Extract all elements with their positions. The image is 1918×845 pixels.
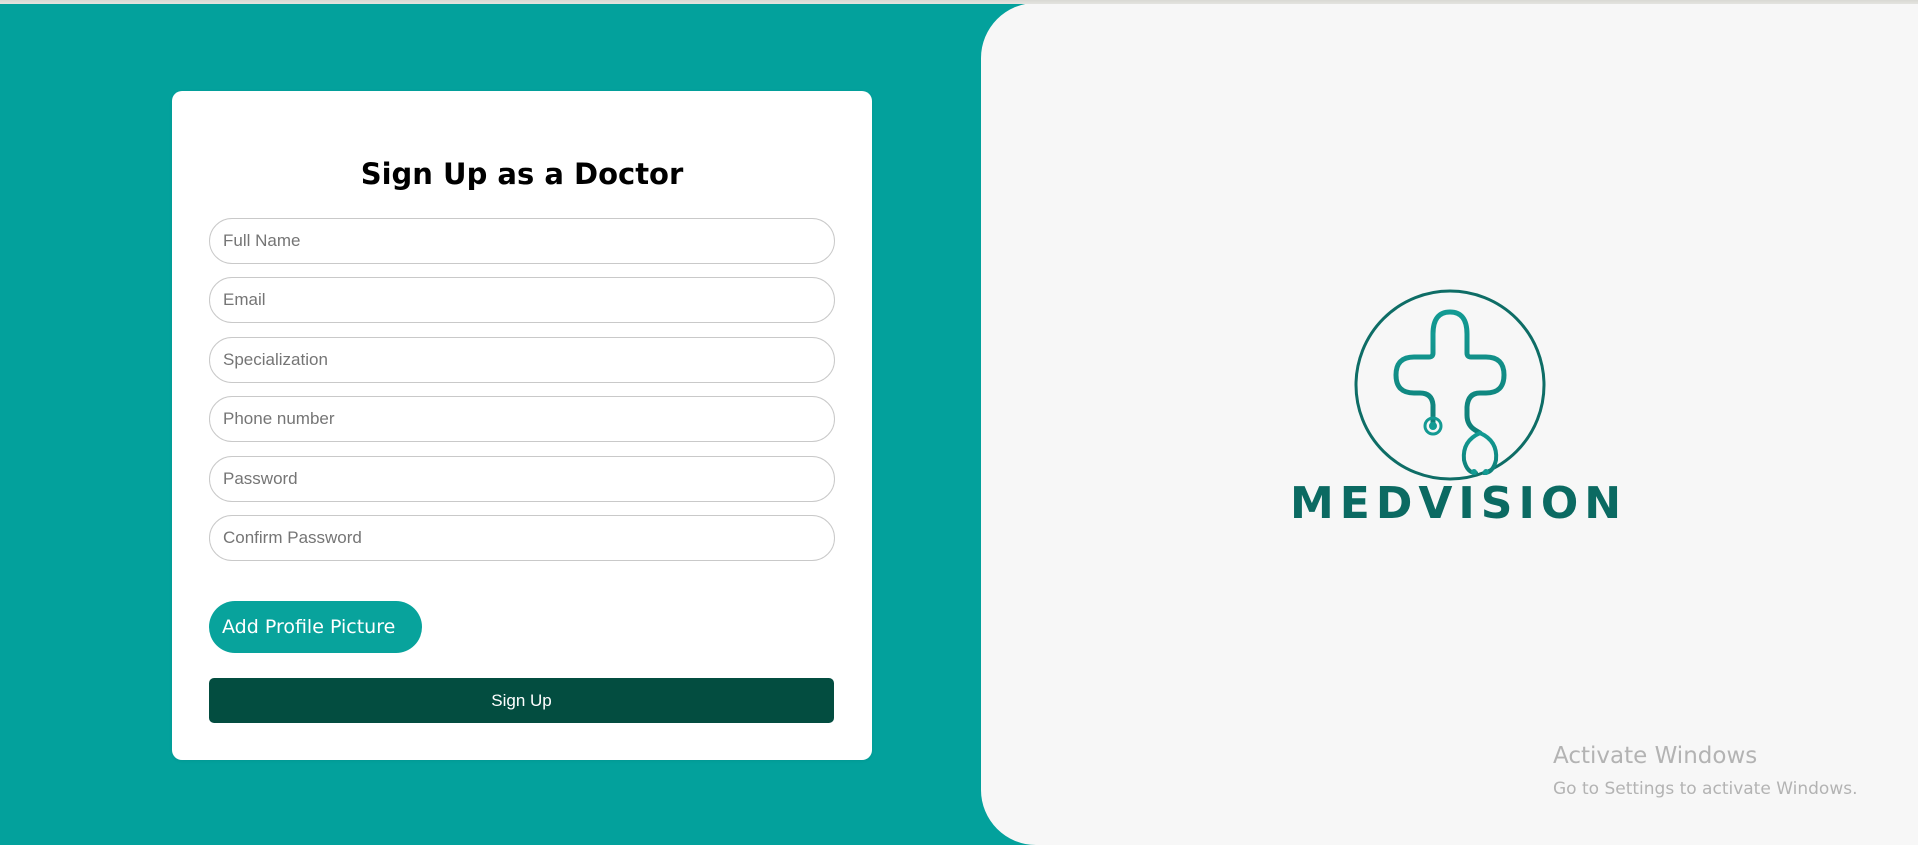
email-input[interactable] [209,277,835,323]
confirm-password-input[interactable] [209,515,835,561]
page: Sign Up as a Doctor Add Profile Picture … [0,0,1918,845]
windows-activation-subtitle: Go to Settings to activate Windows. [1553,779,1858,799]
phone-number-input[interactable] [209,396,835,442]
full-name-input[interactable] [209,218,835,264]
page-title: Sign Up as a Doctor [360,157,684,191]
top-strip [0,0,1918,4]
add-profile-picture-button[interactable]: Add Profile Picture [209,601,422,653]
windows-activation-title: Activate Windows [1553,743,1758,769]
password-input[interactable] [209,456,835,502]
sign-up-button[interactable]: Sign Up [209,678,834,723]
brand-name: MEDVISION [1290,478,1628,529]
specialization-input[interactable] [209,337,835,383]
